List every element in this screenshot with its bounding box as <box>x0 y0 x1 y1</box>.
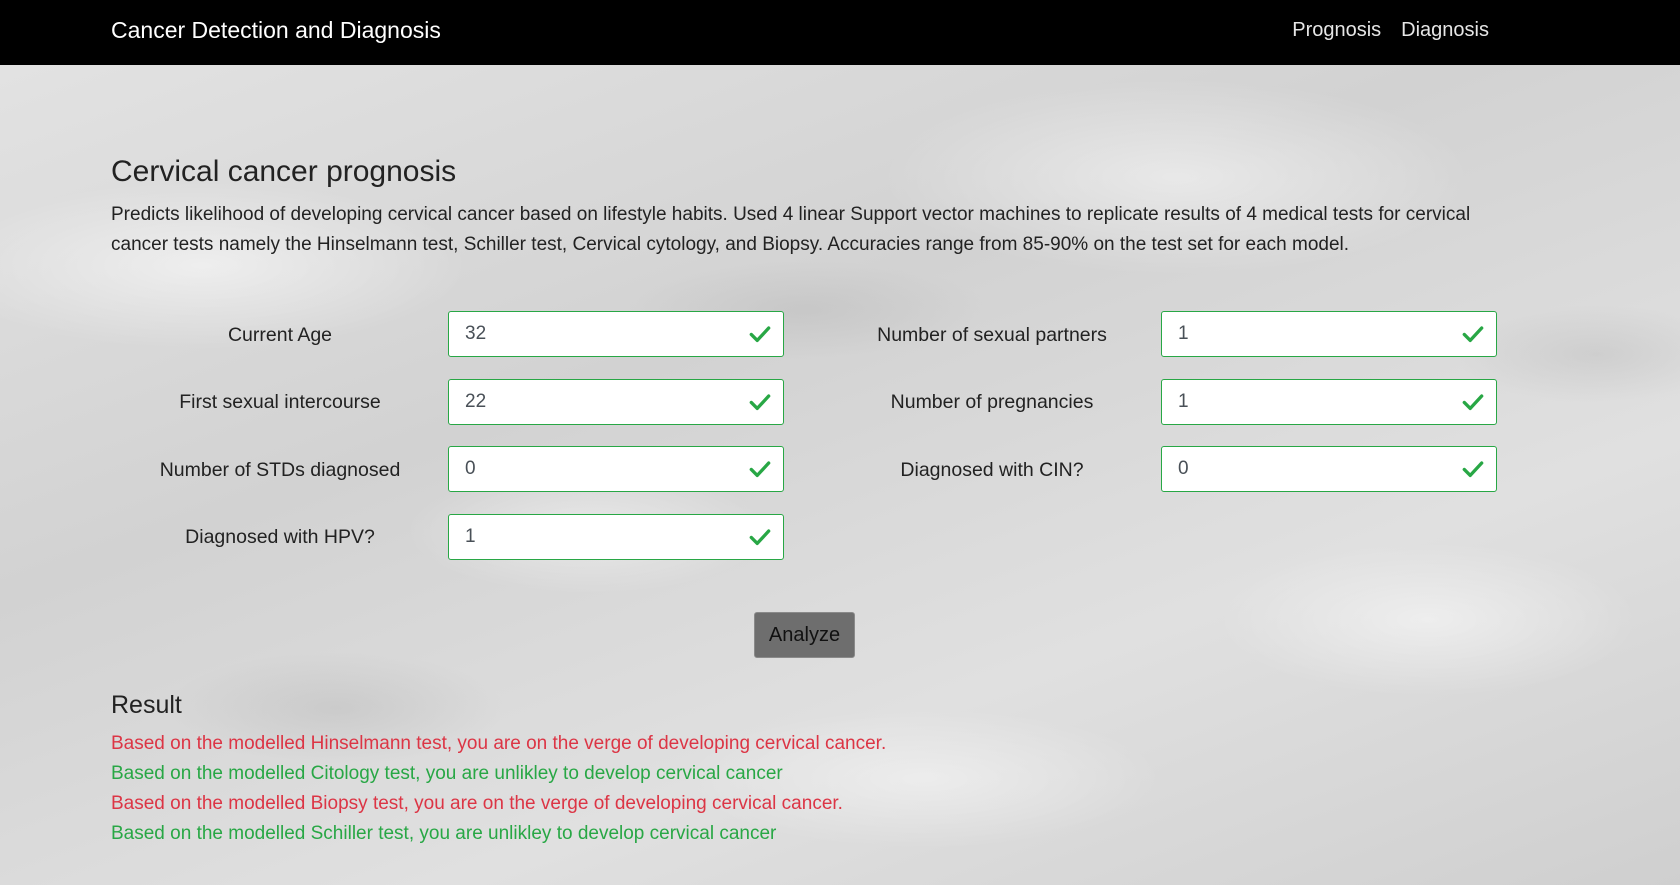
cin-input[interactable] <box>1162 447 1452 491</box>
result-line-citology: Based on the modelled Citology test, you… <box>111 763 783 784</box>
field-label-hpv: Diagnosed with HPV? <box>185 526 375 548</box>
field-label-current-age: Current Age <box>227 324 333 346</box>
checkmark-icon <box>1462 461 1484 478</box>
analyze-button[interactable]: Analyze <box>754 612 855 658</box>
nav-link-prognosis[interactable]: Prognosis <box>1292 17 1381 43</box>
current-age-input[interactable] <box>449 312 739 356</box>
field-label-cin: Diagnosed with CIN? <box>900 459 1084 481</box>
first-intercourse-field <box>448 379 784 425</box>
page-title: Cervical cancer prognosis <box>111 155 457 188</box>
checkmark-icon <box>1462 326 1484 343</box>
hpv-input[interactable] <box>449 515 739 559</box>
pregnancies-field <box>1161 379 1497 425</box>
current-age-field <box>448 311 784 357</box>
checkmark-icon <box>1462 394 1484 411</box>
first-intercourse-input[interactable] <box>449 380 739 424</box>
field-label-stds: Number of STDs diagnosed <box>159 459 401 481</box>
checkmark-icon <box>749 461 771 478</box>
checkmark-icon <box>749 326 771 343</box>
checkmark-icon <box>749 529 771 546</box>
field-label-sexual-partners: Number of sexual partners <box>877 324 1107 346</box>
sexual-partners-input[interactable] <box>1162 312 1452 356</box>
hpv-field <box>448 514 784 560</box>
page-description: Predicts likelihood of developing cervic… <box>111 204 1471 255</box>
nav-link-diagnosis[interactable]: Diagnosis <box>1401 17 1489 43</box>
pregnancies-input[interactable] <box>1162 380 1452 424</box>
nav-links: Prognosis Diagnosis <box>1292 17 1489 43</box>
result-line-biopsy: Based on the modelled Biopsy test, you a… <box>111 793 843 814</box>
navbar: Cancer Detection and Diagnosis Prognosis… <box>0 0 1680 65</box>
stds-field <box>448 446 784 492</box>
sexual-partners-field <box>1161 311 1497 357</box>
result-line-hinselmann: Based on the modelled Hinselmann test, y… <box>111 733 887 754</box>
field-label-first-intercourse: First sexual intercourse <box>179 391 381 413</box>
checkmark-icon <box>749 394 771 411</box>
cin-field <box>1161 446 1497 492</box>
stds-input[interactable] <box>449 447 739 491</box>
result-line-schiller: Based on the modelled Schiller test, you… <box>111 823 777 844</box>
brand-title[interactable]: Cancer Detection and Diagnosis <box>111 16 441 44</box>
field-label-pregnancies: Number of pregnancies <box>890 391 1094 413</box>
result-title: Result <box>111 691 182 719</box>
